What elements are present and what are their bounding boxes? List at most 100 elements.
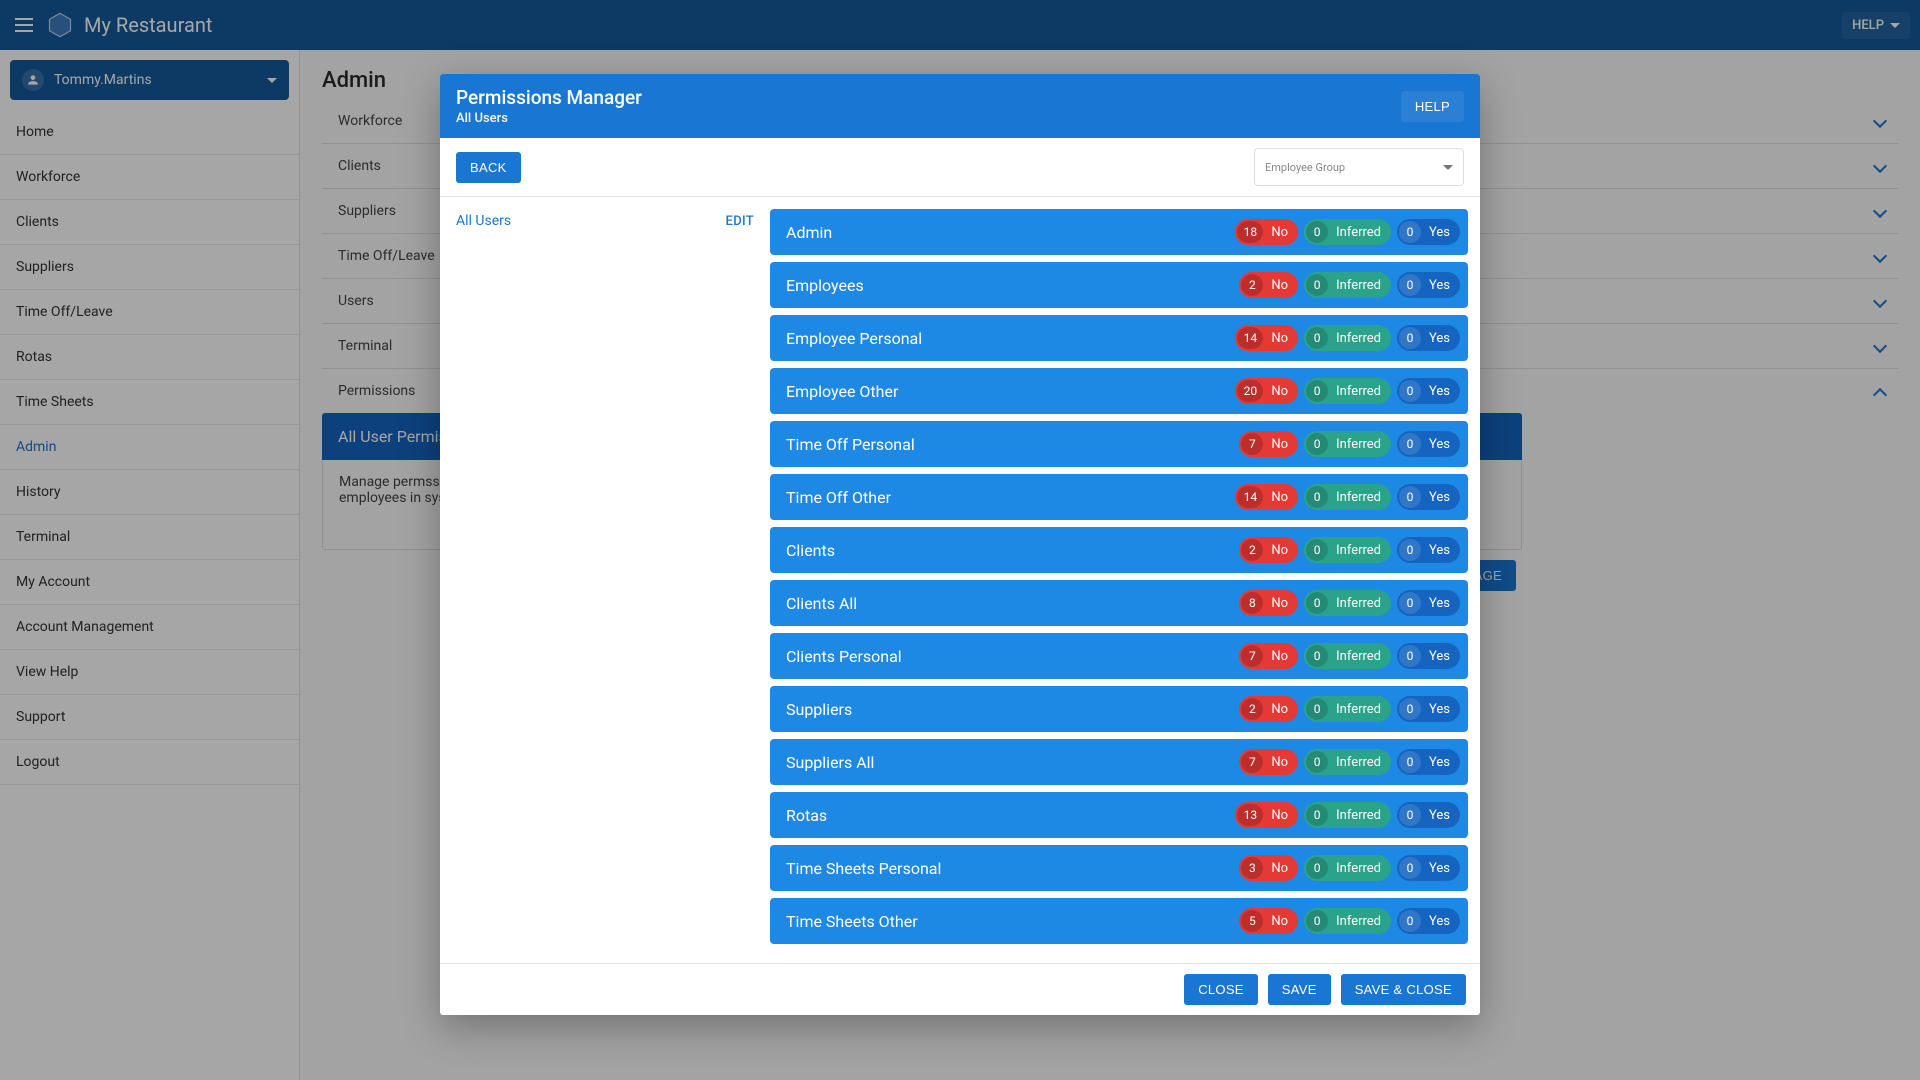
permission-label: Time Off Personal bbox=[786, 435, 1239, 454]
permission-label: Clients Personal bbox=[786, 647, 1239, 666]
badge-no-label: No bbox=[1265, 914, 1298, 929]
employee-group-select[interactable]: Employee Group bbox=[1254, 148, 1464, 186]
badge-yes: 0Yes bbox=[1397, 908, 1460, 934]
chevron-down-icon bbox=[1443, 165, 1453, 170]
badge-yes-label: Yes bbox=[1423, 649, 1460, 664]
modal-scrim[interactable]: Permissions Manager All Users HELP BACK … bbox=[0, 0, 1920, 1080]
permission-label: Time Sheets Other bbox=[786, 912, 1239, 931]
back-button[interactable]: BACK bbox=[456, 152, 521, 183]
badge-no-label: No bbox=[1265, 490, 1298, 505]
scope-name[interactable]: All Users bbox=[456, 213, 511, 229]
permission-row-employee-other[interactable]: Employee Other20No0Inferred0Yes bbox=[770, 368, 1468, 414]
permission-row-time-sheets-other[interactable]: Time Sheets Other5No0Inferred0Yes bbox=[770, 898, 1468, 944]
badge-no-label: No bbox=[1265, 543, 1298, 558]
badge-yes-label: Yes bbox=[1423, 914, 1460, 929]
permission-row-clients-all[interactable]: Clients All8No0Inferred0Yes bbox=[770, 580, 1468, 626]
badge-yes: 0Yes bbox=[1397, 272, 1460, 298]
permission-label: Employee Personal bbox=[786, 329, 1235, 348]
badge-yes-count: 0 bbox=[1399, 221, 1421, 243]
badge-yes-label: Yes bbox=[1423, 384, 1460, 399]
badge-inferred: 0Inferred bbox=[1304, 325, 1391, 351]
permission-row-suppliers-all[interactable]: Suppliers All7No0Inferred0Yes bbox=[770, 739, 1468, 785]
badge-yes: 0Yes bbox=[1397, 802, 1460, 828]
badge-yes: 0Yes bbox=[1397, 590, 1460, 616]
badge-no-count: 18 bbox=[1237, 221, 1263, 243]
badge-no-count: 13 bbox=[1237, 804, 1263, 826]
close-button[interactable]: CLOSE bbox=[1184, 974, 1258, 1005]
permission-label: Employee Other bbox=[786, 382, 1235, 401]
badge-yes: 0Yes bbox=[1397, 749, 1460, 775]
badge-no-count: 7 bbox=[1241, 433, 1263, 455]
badge-inferred: 0Inferred bbox=[1304, 696, 1391, 722]
badge-inferred: 0Inferred bbox=[1304, 590, 1391, 616]
badge-no: 8No bbox=[1239, 590, 1298, 616]
badge-inferred: 0Inferred bbox=[1304, 537, 1391, 563]
badge-no: 20No bbox=[1235, 378, 1298, 404]
permission-row-clients-personal[interactable]: Clients Personal7No0Inferred0Yes bbox=[770, 633, 1468, 679]
badge-yes-count: 0 bbox=[1399, 433, 1421, 455]
permission-row-admin[interactable]: Admin18No0Inferred0Yes bbox=[770, 209, 1468, 255]
badge-inferred-count: 0 bbox=[1306, 380, 1328, 402]
save-button[interactable]: SAVE bbox=[1268, 974, 1331, 1005]
permission-row-time-off-personal[interactable]: Time Off Personal7No0Inferred0Yes bbox=[770, 421, 1468, 467]
badge-inferred-count: 0 bbox=[1306, 592, 1328, 614]
permission-row-suppliers[interactable]: Suppliers2No0Inferred0Yes bbox=[770, 686, 1468, 732]
badge-no-count: 2 bbox=[1241, 274, 1263, 296]
badge-no-label: No bbox=[1265, 225, 1298, 240]
permission-label: Suppliers bbox=[786, 700, 1239, 719]
dialog-help-button[interactable]: HELP bbox=[1401, 91, 1464, 122]
badge-inferred: 0Inferred bbox=[1304, 219, 1391, 245]
badge-yes: 0Yes bbox=[1397, 643, 1460, 669]
permission-row-clients[interactable]: Clients2No0Inferred0Yes bbox=[770, 527, 1468, 573]
badge-yes-label: Yes bbox=[1423, 543, 1460, 558]
badge-no-label: No bbox=[1265, 384, 1298, 399]
badge-yes: 0Yes bbox=[1397, 378, 1460, 404]
save-close-button[interactable]: SAVE & CLOSE bbox=[1341, 974, 1466, 1005]
badge-yes-label: Yes bbox=[1423, 331, 1460, 346]
badge-yes-count: 0 bbox=[1399, 592, 1421, 614]
badge-inferred-count: 0 bbox=[1306, 486, 1328, 508]
permission-row-rotas[interactable]: Rotas13No0Inferred0Yes bbox=[770, 792, 1468, 838]
permission-row-employees[interactable]: Employees2No0Inferred0Yes bbox=[770, 262, 1468, 308]
badge-no-count: 14 bbox=[1237, 486, 1263, 508]
badge-inferred: 0Inferred bbox=[1304, 484, 1391, 510]
permission-row-time-off-other[interactable]: Time Off Other14No0Inferred0Yes bbox=[770, 474, 1468, 520]
badge-yes: 0Yes bbox=[1397, 537, 1460, 563]
badge-inferred-label: Inferred bbox=[1330, 702, 1391, 717]
badge-yes: 0Yes bbox=[1397, 696, 1460, 722]
permission-label: Employees bbox=[786, 276, 1239, 295]
badge-inferred-label: Inferred bbox=[1330, 755, 1391, 770]
permission-label: Time Off Other bbox=[786, 488, 1235, 507]
badge-yes-count: 0 bbox=[1399, 486, 1421, 508]
badge-inferred-count: 0 bbox=[1306, 274, 1328, 296]
badge-inferred-label: Inferred bbox=[1330, 331, 1391, 346]
badge-no-count: 7 bbox=[1241, 645, 1263, 667]
permission-label: Suppliers All bbox=[786, 753, 1239, 772]
badge-no-label: No bbox=[1265, 331, 1298, 346]
badge-no-label: No bbox=[1265, 861, 1298, 876]
permission-label: Admin bbox=[786, 223, 1235, 242]
edit-button[interactable]: EDIT bbox=[726, 214, 754, 229]
badge-inferred: 0Inferred bbox=[1304, 272, 1391, 298]
permission-row-time-sheets-personal[interactable]: Time Sheets Personal3No0Inferred0Yes bbox=[770, 845, 1468, 891]
badge-no-label: No bbox=[1265, 755, 1298, 770]
badge-inferred: 0Inferred bbox=[1304, 749, 1391, 775]
badge-no: 7No bbox=[1239, 431, 1298, 457]
badge-no: 14No bbox=[1235, 325, 1298, 351]
badge-no-label: No bbox=[1265, 278, 1298, 293]
badge-no: 5No bbox=[1239, 908, 1298, 934]
badge-no-count: 14 bbox=[1237, 327, 1263, 349]
badge-yes-count: 0 bbox=[1399, 539, 1421, 561]
badge-yes: 0Yes bbox=[1397, 855, 1460, 881]
permission-label: Clients All bbox=[786, 594, 1239, 613]
badge-inferred-count: 0 bbox=[1306, 433, 1328, 455]
badge-inferred: 0Inferred bbox=[1304, 802, 1391, 828]
permission-row-employee-personal[interactable]: Employee Personal14No0Inferred0Yes bbox=[770, 315, 1468, 361]
badge-no: 7No bbox=[1239, 749, 1298, 775]
badge-inferred-label: Inferred bbox=[1330, 861, 1391, 876]
badge-inferred-count: 0 bbox=[1306, 645, 1328, 667]
badge-inferred-label: Inferred bbox=[1330, 543, 1391, 558]
badge-yes-label: Yes bbox=[1423, 702, 1460, 717]
badge-inferred-label: Inferred bbox=[1330, 808, 1391, 823]
badge-yes-label: Yes bbox=[1423, 278, 1460, 293]
